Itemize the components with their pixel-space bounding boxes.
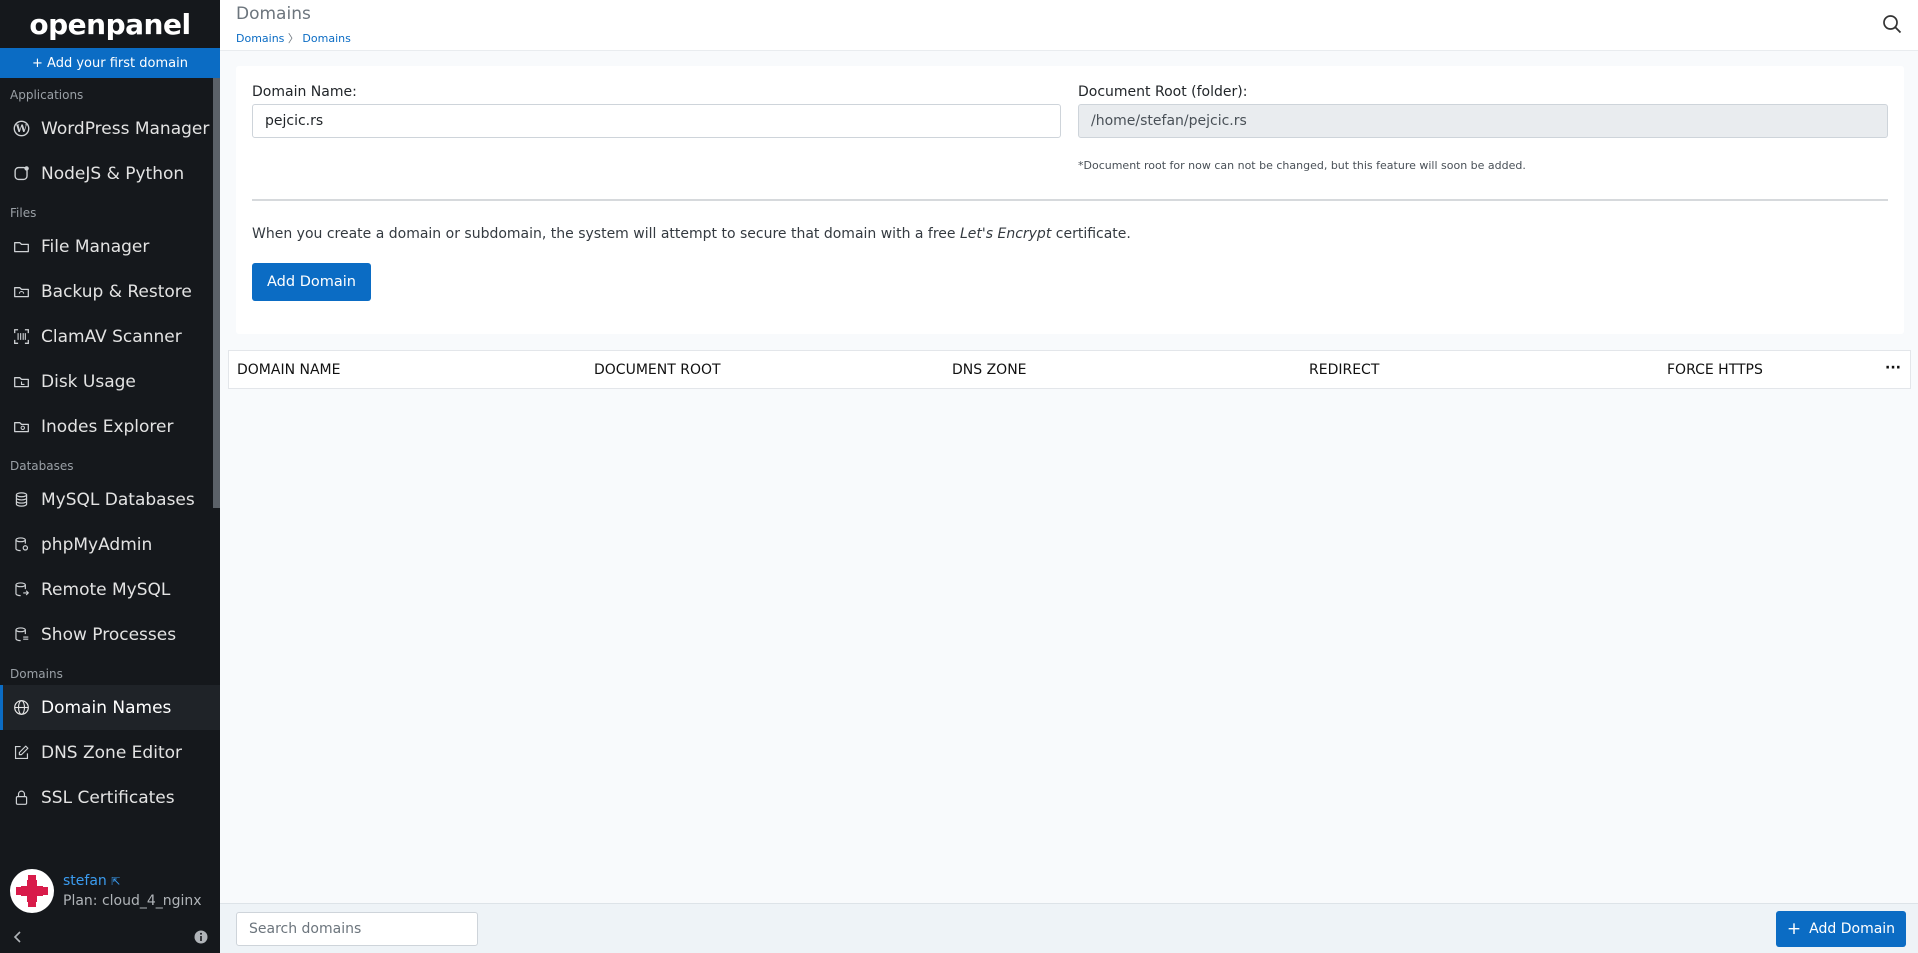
sidebar-scrollbar[interactable] [213, 78, 220, 508]
search-domains-input[interactable] [236, 912, 478, 946]
section-label-databases: Databases [10, 459, 74, 473]
sidebar-item-label: Disk Usage [41, 371, 136, 392]
breadcrumb-item-current[interactable]: Domains [302, 32, 350, 45]
wordpress-icon: W [12, 120, 30, 138]
sidebar-item-label: phpMyAdmin [41, 534, 153, 555]
document-root-label: Document Root (folder): [1078, 84, 1248, 100]
document-root-input: /home/stefan/pejcic.rs [1078, 104, 1888, 138]
database-remote-icon [12, 581, 30, 599]
footer-add-domain-label: Add Domain [1809, 921, 1896, 937]
sidebar-item-mysql[interactable]: MySQL Databases [0, 477, 220, 522]
domains-table-header: DOMAIN NAME DOCUMENT ROOT DNS ZONE REDIR… [228, 350, 1911, 389]
sidebar-item-disk-usage[interactable]: Disk Usage [0, 359, 220, 404]
form-divider [252, 199, 1888, 201]
user-plan: Plan: cloud_4_nginx [63, 892, 202, 909]
lock-icon [12, 789, 30, 807]
sidebar-item-label: WordPress Manager [41, 118, 210, 139]
column-header-force-https[interactable]: FORCE HTTPS [1667, 362, 1763, 378]
database-cog-icon [12, 536, 30, 554]
domain-name-input[interactable]: pejcic.rs [252, 104, 1061, 138]
page-header: Domains Domains 〉 Domains [220, 0, 1918, 51]
sidebar-item-clamav[interactable]: ClamAV Scanner [0, 314, 220, 359]
avatar[interactable] [10, 868, 54, 913]
section-label-files: Files [10, 206, 37, 220]
add-domain-button[interactable]: Add Domain [252, 263, 371, 301]
sidebar-item-label: DNS Zone Editor [41, 742, 182, 763]
sidebar-item-remote-mysql[interactable]: Remote MySQL [0, 567, 220, 612]
folder-icon [12, 238, 30, 256]
sidebar-item-label: MySQL Databases [41, 489, 195, 510]
sidebar-item-label: NodeJS & Python [41, 163, 185, 184]
info-icon[interactable] [194, 929, 208, 948]
sidebar-item-file-manager[interactable]: File Manager [0, 224, 220, 269]
globe-icon [12, 699, 30, 717]
info-text-part: certificate. [1051, 226, 1131, 242]
barcode-scan-icon [12, 328, 30, 346]
sidebar-item-label: Domain Names [41, 697, 172, 718]
sidebar-item-label: Backup & Restore [41, 281, 192, 302]
external-link-icon: ⇱ [111, 874, 121, 888]
sidebar-footer [0, 923, 220, 953]
folder-sync-icon [12, 283, 30, 301]
lets-encrypt-text: Let's Encrypt [959, 226, 1052, 242]
section-label-applications: Applications [10, 88, 84, 102]
database-list-icon [12, 626, 30, 644]
plus-icon: + [1786, 918, 1802, 939]
column-header-redirect[interactable]: REDIRECT [1309, 362, 1379, 378]
collapse-sidebar-icon[interactable] [12, 929, 24, 948]
nodejs-icon [12, 165, 30, 183]
openpanel-logo[interactable]: openpanel [0, 0, 220, 48]
folder-chart-icon [12, 373, 30, 391]
svg-text:W: W [14, 123, 27, 135]
ssl-info-text: When you create a domain or subdomain, t… [252, 226, 1131, 242]
breadcrumb-item-domains[interactable]: Domains [236, 32, 284, 45]
sidebar-item-phpmyadmin[interactable]: phpMyAdmin [0, 522, 220, 567]
info-text-part: When you create a domain or subdomain, t… [252, 226, 960, 242]
table-menu-icon[interactable]: ··· [1885, 360, 1901, 376]
sidebar-item-label: File Manager [41, 236, 150, 257]
search-icon[interactable] [1882, 14, 1902, 38]
column-header-document-root[interactable]: DOCUMENT ROOT [594, 362, 721, 378]
document-root-note: *Document root for now can not be change… [1078, 159, 1526, 172]
column-header-domain-name[interactable]: DOMAIN NAME [237, 362, 340, 378]
sidebar: openpanel + Add your first domain Applic… [0, 0, 220, 953]
domain-name-label: Domain Name: [252, 84, 357, 100]
sidebar-item-processes[interactable]: Show Processes [0, 612, 220, 657]
folder-search-icon [12, 418, 30, 436]
breadcrumb-separator: 〉 [287, 32, 299, 45]
sidebar-item-label: Show Processes [41, 624, 177, 645]
sidebar-item-domain-names[interactable]: Domain Names [0, 685, 220, 730]
sidebar-item-dns-zone[interactable]: DNS Zone Editor [0, 730, 220, 775]
sidebar-item-label: Inodes Explorer [41, 416, 174, 437]
database-icon [12, 491, 30, 509]
sidebar-item-label: Remote MySQL [41, 579, 171, 600]
edit-icon [12, 744, 30, 762]
breadcrumb: Domains 〉 Domains [236, 30, 351, 46]
column-header-dns-zone[interactable]: DNS ZONE [952, 362, 1027, 378]
add-first-domain-button[interactable]: + Add your first domain [0, 48, 220, 78]
sidebar-item-nodejs[interactable]: NodeJS & Python [0, 151, 220, 196]
add-domain-form: Domain Name: pejcic.rs Document Root (fo… [236, 66, 1904, 334]
page-title: Domains [236, 4, 311, 24]
footer-add-domain-button[interactable]: + Add Domain [1776, 911, 1906, 947]
sidebar-item-backup[interactable]: Backup & Restore [0, 269, 220, 314]
username-link[interactable]: stefan ⇱ [63, 873, 202, 889]
sidebar-item-wordpress[interactable]: W WordPress Manager [0, 106, 220, 151]
user-info: stefan ⇱ Plan: cloud_4_nginx [63, 873, 202, 909]
sidebar-item-ssl[interactable]: SSL Certificates [0, 775, 220, 820]
sidebar-nav: Applications W WordPress Manager NodeJS … [0, 78, 220, 858]
sidebar-item-label: ClamAV Scanner [41, 326, 182, 347]
page-footer: + Add Domain [220, 903, 1918, 953]
section-label-domains: Domains [10, 667, 63, 681]
username-text: stefan [63, 872, 107, 889]
sidebar-item-label: SSL Certificates [41, 787, 175, 808]
user-box: stefan ⇱ Plan: cloud_4_nginx [0, 858, 220, 923]
sidebar-item-inodes[interactable]: Inodes Explorer [0, 404, 220, 449]
